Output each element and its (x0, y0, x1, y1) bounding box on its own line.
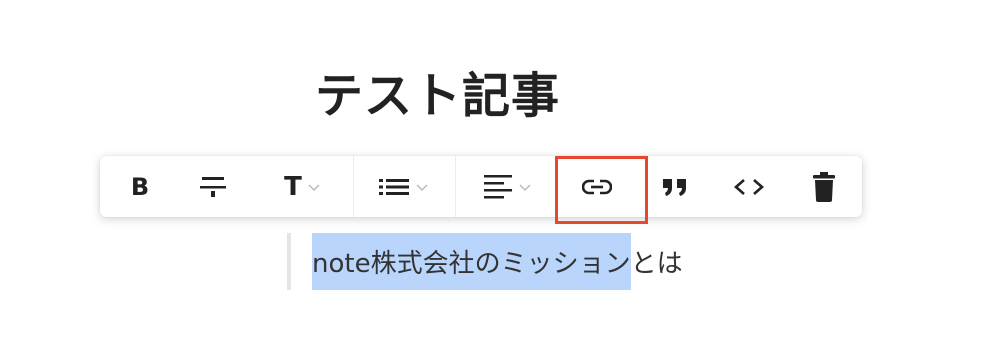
code-icon (733, 178, 765, 196)
chevron-down-icon (308, 177, 320, 196)
list-button[interactable] (372, 156, 434, 217)
body-paragraph[interactable]: note株式会社のミッション とは (312, 233, 683, 290)
heading-icon: T (284, 171, 302, 202)
trash-icon (812, 171, 836, 202)
delete-button[interactable] (802, 156, 846, 217)
article-title[interactable]: テスト記事 (315, 66, 560, 126)
chevron-down-icon (519, 177, 531, 196)
align-left-icon (483, 174, 513, 200)
bold-button[interactable]: B (118, 156, 162, 217)
blockquote-bar (287, 233, 291, 290)
code-button[interactable] (726, 156, 772, 217)
quote-button[interactable] (652, 156, 698, 217)
toolbar-divider (455, 156, 456, 217)
toolbar-divider (353, 156, 354, 217)
strikethrough-icon (199, 175, 227, 199)
link-button-highlight (555, 156, 648, 224)
strikethrough-button[interactable] (190, 156, 236, 217)
body-text[interactable]: とは (631, 243, 683, 280)
formatting-toolbar: B T (100, 156, 862, 217)
heading-button[interactable]: T (272, 156, 332, 217)
selected-text[interactable]: note株式会社のミッション (312, 233, 631, 290)
quote-icon (662, 177, 688, 197)
bold-icon: B (130, 172, 150, 201)
list-icon (378, 177, 410, 197)
chevron-down-icon (416, 177, 428, 196)
align-button[interactable] (476, 156, 538, 217)
